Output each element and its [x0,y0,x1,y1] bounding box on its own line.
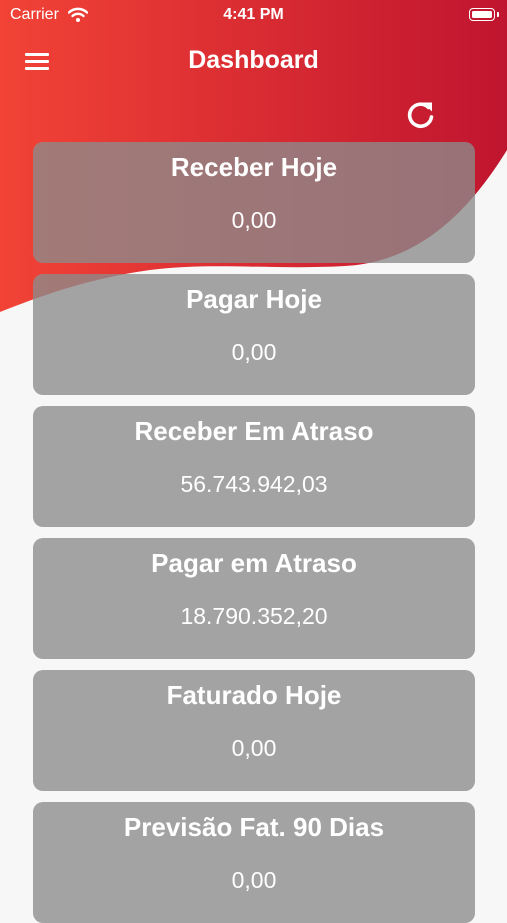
card-label: Receber Hoje [170,152,338,182]
card-receber-em-atraso[interactable]: Receber Em Atraso 56.743.942,03 [33,406,475,527]
card-receber-hoje[interactable]: Receber Hoje 0,00 [33,142,475,263]
card-value: 0,00 [231,735,277,761]
card-label: Previsão Fat. 90 Dias [123,812,385,842]
card-previsao-fat-90-dias[interactable]: Previsão Fat. 90 Dias 0,00 [33,802,475,923]
refresh-button[interactable] [402,96,440,134]
status-time: 4:41 PM [223,6,284,23]
card-pagar-hoje[interactable]: Pagar Hoje 0,00 [33,274,475,395]
card-value: 0,00 [231,867,277,893]
page-title: Dashboard [188,46,319,74]
status-bar: Carrier 4:41 PM [0,0,507,32]
card-pagar-em-atraso[interactable]: Pagar em Atraso 18.790.352,20 [33,538,475,659]
card-value: 56.743.942,03 [180,471,328,497]
card-value: 0,00 [231,207,277,233]
refresh-icon [407,102,434,128]
card-label: Receber Em Atraso [134,416,374,446]
card-label: Pagar em Atraso [151,548,357,578]
card-value: 18.790.352,20 [180,603,328,629]
card-label: Faturado Hoje [166,680,342,710]
card-value: 0,00 [231,339,277,365]
card-label: Pagar Hoje [186,284,322,314]
card-faturado-hoje[interactable]: Faturado Hoje 0,00 [33,670,475,791]
battery-icon [469,8,499,21]
navigation-bar: Dashboard [0,32,507,92]
